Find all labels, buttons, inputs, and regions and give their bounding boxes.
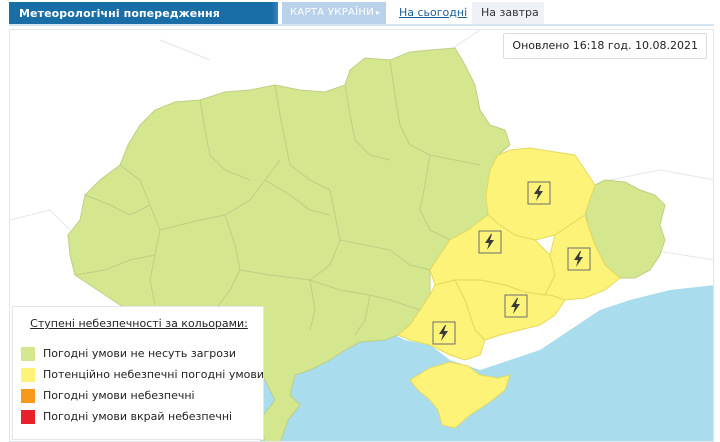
weather-warnings-app: Метеорологічні попередження КАРТА УКРАЇН… (0, 0, 720, 442)
legend-label: Погодні умови вкрай небезпечні (43, 410, 233, 423)
legend: Ступені небезпечності за кольорами: Пого… (12, 306, 264, 440)
legend-swatch-red (21, 410, 35, 424)
legend-title: Ступені небезпечності за кольорами: (30, 317, 248, 330)
legend-swatch-yellow (21, 368, 35, 382)
warning-map: Оновлено 16:18 год. 10.08.2021 Ступені н… (9, 29, 714, 442)
updated-timestamp: Оновлено 16:18 год. 10.08.2021 (503, 33, 707, 59)
legend-label: Потенційно небезпечні погодні умови (43, 368, 264, 381)
tab-tomorrow[interactable]: На завтра (472, 2, 544, 24)
legend-label: Погодні умови небезпечні (43, 389, 195, 402)
tab-ukraine-map[interactable]: КАРТА УКРАЇНИ ▸ (282, 2, 386, 24)
tab-today[interactable]: На сьогодні (392, 2, 470, 24)
tab-underline (9, 24, 714, 26)
chevron-right-icon: ▸ (376, 8, 381, 17)
legend-label: Погодні умови не несуть загрози (43, 347, 236, 360)
legend-swatch-orange (21, 389, 35, 403)
section-title: Метеорологічні попередження (9, 2, 278, 25)
legend-swatch-green (21, 347, 35, 361)
tab-ukraine-map-label: КАРТА УКРАЇНИ (290, 7, 375, 18)
top-navigation: Метеорологічні попередження КАРТА УКРАЇН… (0, 0, 720, 27)
